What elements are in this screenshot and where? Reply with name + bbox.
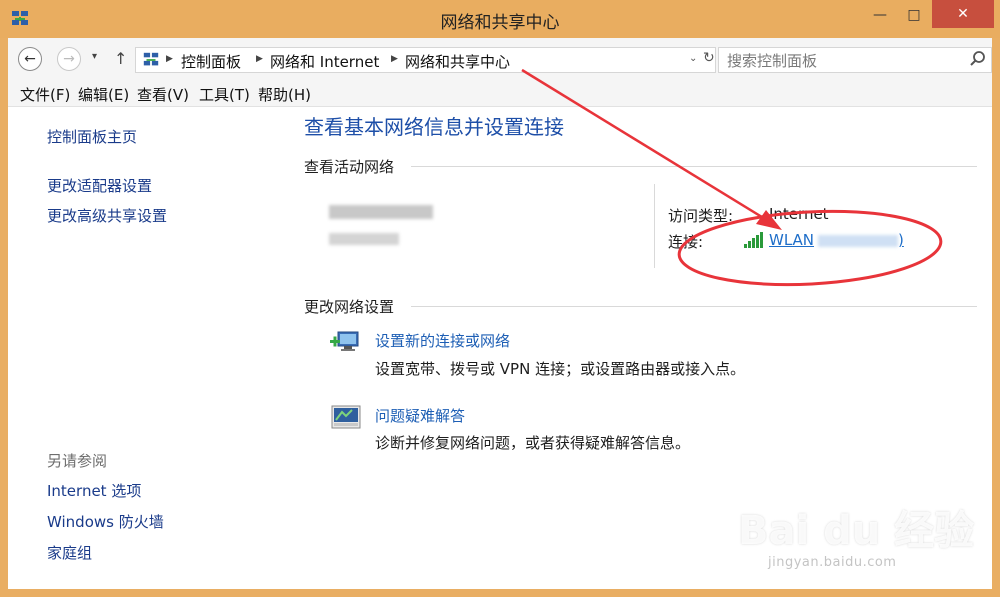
vertical-divider bbox=[654, 184, 655, 268]
breadcrumb[interactable]: ▶ 控制面板 ▶ 网络和 Internet ▶ 网络和共享中心 ⌄ ↻ bbox=[135, 47, 716, 73]
new-connection-icon bbox=[330, 331, 359, 351]
breadcrumb-control-panel[interactable]: 控制面板 bbox=[181, 51, 241, 72]
menu-tools[interactable]: 工具(T) bbox=[199, 84, 250, 105]
section-divider bbox=[411, 166, 977, 167]
search-icon[interactable] bbox=[969, 50, 987, 68]
setup-new-connection-desc: 设置宽带、拨号或 VPN 连接；或设置路由器或接入点。 bbox=[375, 360, 746, 378]
page-title: 查看基本网络信息并设置连接 bbox=[304, 115, 564, 139]
address-bar: ← → ▾ ↑ ▶ 控制面板 ▶ 网络和 Internet ▶ 网络和共享中心 … bbox=[8, 38, 992, 82]
breadcrumb-network-sharing-center[interactable]: 网络和共享中心 bbox=[405, 51, 510, 72]
see-also-heading: 另请参阅 bbox=[47, 452, 108, 470]
active-networks-heading: 查看活动网络 bbox=[304, 158, 395, 176]
breadcrumb-separator-icon[interactable]: ▶ bbox=[166, 54, 173, 64]
title-bar[interactable]: 网络和共享中心 — □ ✕ bbox=[0, 0, 1000, 38]
sidebar-control-panel-home[interactable]: 控制面板主页 bbox=[47, 126, 137, 147]
redacted-ssid bbox=[818, 234, 899, 247]
section-divider bbox=[411, 306, 977, 307]
change-settings-heading: 更改网络设置 bbox=[304, 298, 395, 316]
refresh-icon[interactable]: ↻ bbox=[703, 50, 715, 66]
sidebar-homegroup[interactable]: 家庭组 bbox=[47, 542, 92, 563]
redacted-network-name bbox=[329, 205, 433, 219]
wlan-connection-link[interactable]: WLAN) bbox=[769, 231, 904, 249]
baidu-watermark-logo: Bai du 经验 bbox=[738, 508, 975, 554]
wlan-connection-suffix: ) bbox=[898, 231, 904, 249]
redacted-network-type bbox=[329, 233, 399, 245]
menu-file[interactable]: 文件(F) bbox=[20, 84, 70, 105]
breadcrumb-network-internet[interactable]: 网络和 Internet bbox=[270, 51, 379, 72]
sidebar-change-advanced-sharing[interactable]: 更改高级共享设置 bbox=[47, 205, 167, 226]
menu-help[interactable]: 帮助(H) bbox=[258, 84, 311, 105]
menu-view[interactable]: 查看(V) bbox=[137, 84, 189, 105]
chevron-down-icon[interactable]: ⌄ bbox=[689, 53, 697, 64]
recent-locations-icon[interactable]: ▾ bbox=[92, 51, 97, 62]
close-button[interactable]: ✕ bbox=[932, 0, 994, 28]
sidebar-change-adapter-settings[interactable]: 更改适配器设置 bbox=[47, 175, 152, 196]
search-input[interactable] bbox=[725, 50, 959, 72]
wifi-signal-icon bbox=[744, 232, 763, 248]
breadcrumb-separator-icon[interactable]: ▶ bbox=[391, 54, 398, 64]
troubleshoot-desc: 诊断并修复网络问题，或者获得疑难解答信息。 bbox=[375, 434, 691, 452]
up-button[interactable]: ↑ bbox=[114, 49, 127, 68]
breadcrumb-separator-icon[interactable]: ▶ bbox=[256, 54, 263, 64]
menu-edit[interactable]: 编辑(E) bbox=[78, 84, 129, 105]
menu-bar: 文件(F) 编辑(E) 查看(V) 工具(T) 帮助(H) bbox=[8, 82, 992, 107]
wlan-connection-name: WLAN bbox=[769, 231, 815, 249]
troubleshoot-icon bbox=[331, 405, 361, 429]
window-title: 网络和共享中心 bbox=[440, 13, 560, 33]
search-box[interactable] bbox=[718, 47, 992, 73]
back-button[interactable]: ← bbox=[18, 47, 42, 71]
troubleshoot-link[interactable]: 问题疑难解答 bbox=[375, 405, 465, 426]
sidebar-internet-options[interactable]: Internet 选项 bbox=[47, 480, 141, 501]
forward-button[interactable]: → bbox=[57, 47, 81, 71]
access-type-value: Internet bbox=[769, 205, 829, 223]
setup-new-connection-link[interactable]: 设置新的连接或网络 bbox=[375, 330, 510, 351]
minimize-button[interactable]: — bbox=[864, 0, 896, 30]
sidebar-windows-firewall[interactable]: Windows 防火墙 bbox=[47, 511, 164, 532]
control-panel-icon bbox=[143, 52, 159, 66]
connection-label: 连接: bbox=[668, 233, 704, 251]
access-type-label: 访问类型: bbox=[668, 207, 734, 225]
baidu-watermark-url: jingyan.baidu.com bbox=[768, 555, 897, 570]
maximize-button[interactable]: □ bbox=[898, 0, 930, 30]
